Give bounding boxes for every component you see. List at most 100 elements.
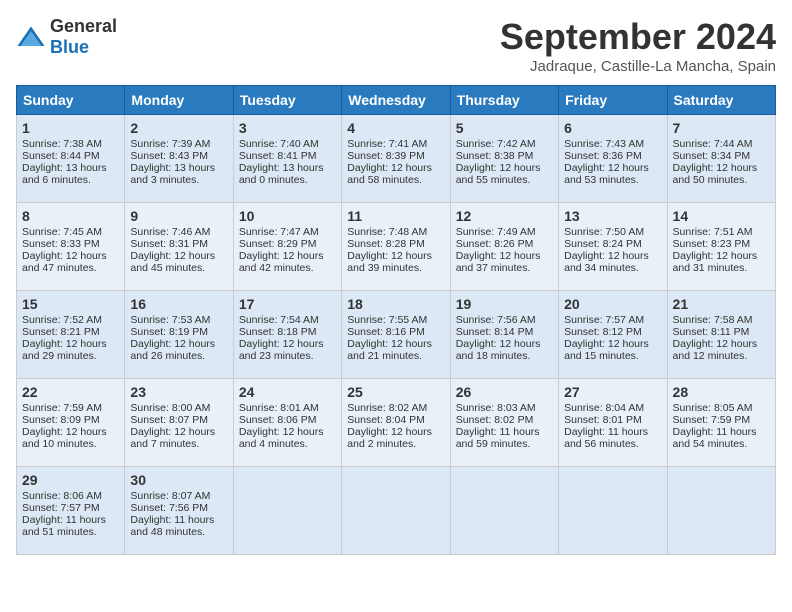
calendar-week-row: 22Sunrise: 7:59 AMSunset: 8:09 PMDayligh… [17, 379, 776, 467]
daylight-text: Daylight: 12 hours and 42 minutes. [239, 250, 324, 274]
sunset-text: Sunset: 8:21 PM [22, 326, 100, 338]
sunrise-text: Sunrise: 8:01 AM [239, 402, 319, 414]
calendar-cell: 18 Sunrise: 7:55 AMSunset: 8:16 PMDayligh… [342, 291, 450, 379]
calendar-cell: 12Sunrise: 7:49 AMSunset: 8:26 PMDayligh… [450, 203, 558, 291]
day-number: 5 [456, 120, 553, 136]
sunset-text: Sunset: 8:39 PM [347, 150, 425, 162]
daylight-text: Daylight: 12 hours and 7 minutes. [130, 426, 215, 450]
calendar-header-tuesday: Tuesday [233, 86, 341, 115]
day-number: 27 [564, 384, 661, 400]
sunrise-text: Sunrise: 8:05 AM [673, 402, 753, 414]
sunset-text: Sunset: 8:33 PM [22, 238, 100, 250]
sunset-text: Sunset: 8:41 PM [239, 150, 317, 162]
daylight-text: Daylight: 12 hours and 18 minutes. [456, 338, 541, 362]
calendar-cell: 8Sunrise: 7:45 AMSunset: 8:33 PMDaylight… [17, 203, 125, 291]
calendar-header-sunday: Sunday [17, 86, 125, 115]
calendar-header-saturday: Saturday [667, 86, 775, 115]
daylight-text: Daylight: 11 hours and 59 minutes. [456, 426, 540, 450]
sunset-text: Sunset: 8:11 PM [673, 326, 750, 338]
daylight-text: Daylight: 12 hours and 23 minutes. [239, 338, 324, 362]
sunset-text: Sunset: 8:36 PM [564, 150, 642, 162]
sunrise-text: Sunrise: 7:46 AM [130, 226, 210, 238]
sunrise-text: Sunrise: 7:44 AM [673, 138, 753, 150]
sunrise-text: Sunrise: 7:43 AM [564, 138, 644, 150]
day-number: 25 [347, 384, 444, 400]
calendar-cell: 5Sunrise: 7:42 AMSunset: 8:38 PMDaylight… [450, 115, 558, 203]
day-number: 18 [347, 296, 444, 312]
sunrise-text: Sunrise: 7:55 AM [347, 314, 427, 326]
sunrise-text: Sunrise: 8:00 AM [130, 402, 210, 414]
logo-text-blue: Blue [50, 37, 89, 57]
sunset-text: Sunset: 7:59 PM [673, 414, 751, 426]
sunrise-text: Sunrise: 7:53 AM [130, 314, 210, 326]
page-header: General Blue September 2024 Jadraque, Ca… [16, 16, 776, 75]
sunrise-text: Sunrise: 7:48 AM [347, 226, 427, 238]
day-number: 2 [130, 120, 227, 136]
day-number: 22 [22, 384, 119, 400]
sunrise-text: Sunrise: 7:59 AM [22, 402, 102, 414]
calendar-header-wednesday: Wednesday [342, 86, 450, 115]
daylight-text: Daylight: 11 hours and 56 minutes. [564, 426, 648, 450]
sunrise-text: Sunrise: 7:52 AM [22, 314, 102, 326]
sunset-text: Sunset: 8:06 PM [239, 414, 317, 426]
day-number: 24 [239, 384, 336, 400]
sunrise-text: Sunrise: 8:04 AM [564, 402, 644, 414]
daylight-text: Daylight: 12 hours and 21 minutes. [347, 338, 432, 362]
day-number: 23 [130, 384, 227, 400]
daylight-text: Daylight: 12 hours and 10 minutes. [22, 426, 107, 450]
sunset-text: Sunset: 8:04 PM [347, 414, 425, 426]
sunset-text: Sunset: 8:23 PM [673, 238, 751, 250]
day-number: 7 [673, 120, 770, 136]
daylight-text: Daylight: 12 hours and 29 minutes. [22, 338, 107, 362]
sunset-text: Sunset: 8:07 PM [130, 414, 208, 426]
daylight-text: Daylight: 12 hours and 58 minutes. [347, 162, 432, 186]
daylight-text: Daylight: 12 hours and 15 minutes. [564, 338, 649, 362]
calendar-table: SundayMondayTuesdayWednesdayThursdayFrid… [16, 85, 776, 555]
sunset-text: Sunset: 7:56 PM [130, 502, 208, 514]
calendar-cell [450, 467, 558, 555]
sunrise-text: Sunrise: 8:06 AM [22, 490, 102, 502]
day-number: 26 [456, 384, 553, 400]
sunset-text: Sunset: 7:57 PM [22, 502, 100, 514]
title-block: September 2024 Jadraque, Castille-La Man… [500, 16, 776, 75]
day-number: 4 [347, 120, 444, 136]
daylight-text: Daylight: 11 hours and 51 minutes. [22, 514, 106, 538]
sunrise-text: Sunrise: 7:42 AM [456, 138, 536, 150]
calendar-cell [559, 467, 667, 555]
calendar-cell [667, 467, 775, 555]
day-number: 11 [347, 208, 444, 224]
sunrise-text: Sunrise: 7:39 AM [130, 138, 210, 150]
calendar-cell: 22Sunrise: 7:59 AMSunset: 8:09 PMDayligh… [17, 379, 125, 467]
calendar-week-row: 1Sunrise: 7:38 AMSunset: 8:44 PMDaylight… [17, 115, 776, 203]
day-number: 12 [456, 208, 553, 224]
daylight-text: Daylight: 12 hours and 50 minutes. [673, 162, 758, 186]
calendar-cell: 21Sunrise: 7:58 AMSunset: 8:11 PMDayligh… [667, 291, 775, 379]
calendar-cell: 9Sunrise: 7:46 AMSunset: 8:31 PMDaylight… [125, 203, 233, 291]
daylight-text: Daylight: 13 hours and 3 minutes. [130, 162, 215, 186]
sunrise-text: Sunrise: 7:56 AM [456, 314, 536, 326]
daylight-text: Daylight: 12 hours and 12 minutes. [673, 338, 758, 362]
calendar-cell: 20Sunrise: 7:57 AMSunset: 8:12 PMDayligh… [559, 291, 667, 379]
sunrise-text: Sunrise: 7:58 AM [673, 314, 753, 326]
calendar-cell: 30Sunrise: 8:07 AMSunset: 7:56 PMDayligh… [125, 467, 233, 555]
daylight-text: Daylight: 12 hours and 47 minutes. [22, 250, 107, 274]
calendar-cell [233, 467, 341, 555]
calendar-cell: 17Sunrise: 7:54 AMSunset: 8:18 PMDayligh… [233, 291, 341, 379]
day-number: 30 [130, 472, 227, 488]
calendar-cell: 25Sunrise: 8:02 AMSunset: 8:04 PMDayligh… [342, 379, 450, 467]
day-number: 13 [564, 208, 661, 224]
sunset-text: Sunset: 8:18 PM [239, 326, 317, 338]
calendar-cell [342, 467, 450, 555]
day-number: 3 [239, 120, 336, 136]
calendar-cell: 16Sunrise: 7:53 AMSunset: 8:19 PMDayligh… [125, 291, 233, 379]
day-number: 15 [22, 296, 119, 312]
sunrise-text: Sunrise: 8:02 AM [347, 402, 427, 414]
day-number: 17 [239, 296, 336, 312]
sunrise-text: Sunrise: 7:47 AM [239, 226, 319, 238]
day-number: 1 [22, 120, 119, 136]
sunrise-text: Sunrise: 7:40 AM [239, 138, 319, 150]
daylight-text: Daylight: 11 hours and 48 minutes. [130, 514, 214, 538]
calendar-cell: 15 Sunrise: 7:52 AMSunset: 8:21 PMDayligh… [17, 291, 125, 379]
sunset-text: Sunset: 8:16 PM [347, 326, 425, 338]
calendar-cell: 14Sunrise: 7:51 AMSunset: 8:23 PMDayligh… [667, 203, 775, 291]
